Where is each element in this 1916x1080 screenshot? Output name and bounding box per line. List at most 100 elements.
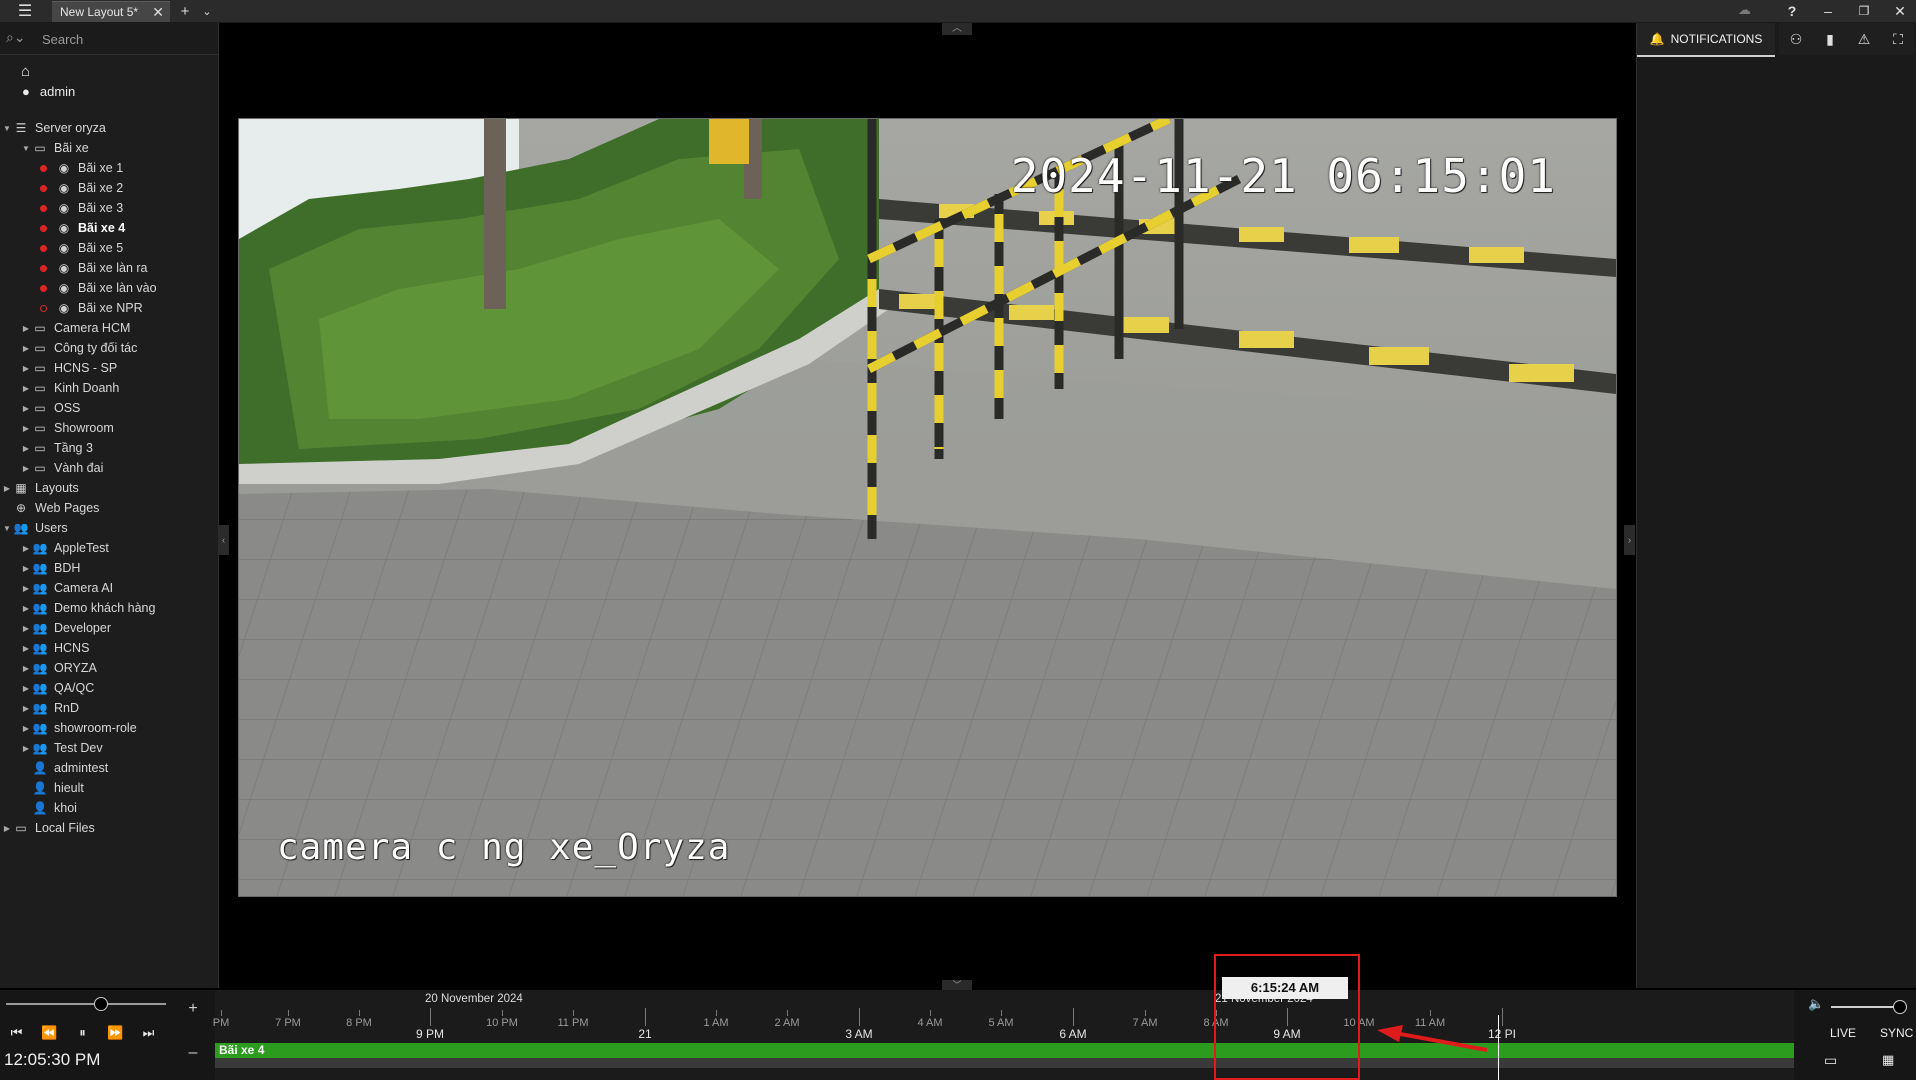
tree-item[interactable]: ▶ 👥 QA/QC (0, 678, 218, 698)
expand-right-icon[interactable]: ▶ (21, 604, 31, 613)
tree-item[interactable]: ▶ ▦ Layouts (0, 478, 218, 498)
speed-slider-knob[interactable] (94, 997, 108, 1011)
tree-item[interactable]: ▶ ▭ Vành đai (0, 458, 218, 478)
tab-notifications[interactable]: 🔔 NOTIFICATIONS (1637, 23, 1775, 57)
expand-right-icon[interactable]: ▶ (21, 464, 31, 473)
motion-icon[interactable]: ⚇ (1779, 23, 1813, 55)
tree-item[interactable]: ◉ Bãi xe 1 (0, 158, 218, 178)
tree-item[interactable]: ▶ ▭ Kinh Doanh (0, 378, 218, 398)
current-user[interactable]: ● admin (22, 84, 75, 99)
skip-start-icon[interactable]: ⏮ (0, 1023, 33, 1043)
expand-right-icon[interactable]: ▶ (21, 704, 31, 713)
sync-button[interactable]: SYNC (1880, 1026, 1913, 1040)
expand-right-icon[interactable]: ▶ (2, 484, 12, 493)
search-input[interactable] (40, 28, 214, 50)
search-icon[interactable]: ⌕⌄ (6, 29, 26, 46)
speed-slider[interactable] (6, 997, 166, 1011)
tree-item[interactable]: ▶ ▭ Công ty đối tác (0, 338, 218, 358)
home-icon[interactable]: ⌂ (21, 63, 30, 80)
tree-item[interactable]: ▶ 👥 Demo khách hàng (0, 598, 218, 618)
tree-item[interactable]: ◉ Bãi xe 4 (0, 218, 218, 238)
expand-right-icon[interactable]: ▶ (21, 624, 31, 633)
camera-video-frame[interactable]: 2024-11-21 06:15:01 camera c ng xe_Oryza (238, 118, 1617, 897)
collapse-bottom-icon[interactable]: ﹀ (942, 980, 972, 990)
fullscreen-icon[interactable]: ⛶ (1881, 23, 1915, 55)
close-icon[interactable]: ✕ (1882, 0, 1916, 22)
add-tab-plus-icon[interactable]: + (176, 1, 194, 21)
skip-end-icon[interactable]: ⏭ (132, 1023, 165, 1043)
tree-item[interactable]: ◉ Bãi xe 2 (0, 178, 218, 198)
tree-item[interactable]: ⊕ Web Pages (0, 498, 218, 518)
expand-right-icon[interactable]: ▶ (21, 584, 31, 593)
expand-right-icon[interactable]: ▶ (21, 744, 31, 753)
tree-item[interactable]: ▶ ▭ Tầng 3 (0, 438, 218, 458)
tree-item[interactable]: 👤 admintest (0, 758, 218, 778)
volume-icon[interactable]: 🔈 (1808, 996, 1824, 1012)
tree-item[interactable]: ▶ 👥 Developer (0, 618, 218, 638)
tab-layout[interactable]: New Layout 5* ✕ (52, 1, 170, 22)
tree-item[interactable]: ◉ Bãi xe NPR (0, 298, 218, 318)
tree-item[interactable]: ◉ Bãi xe làn vào (0, 278, 218, 298)
tree-item[interactable]: ▼ ☰ Server oryza (0, 118, 218, 138)
live-button[interactable]: LIVE (1830, 1026, 1856, 1040)
tree-item[interactable]: ▼ 👥 Users (0, 518, 218, 538)
expand-right-icon[interactable]: ▶ (21, 324, 31, 333)
tree-item[interactable]: ▼ ▭ Bãi xe (0, 138, 218, 158)
volume-knob[interactable] (1893, 1000, 1907, 1014)
help-button[interactable]: ? (1774, 0, 1810, 22)
tree-item[interactable]: ▶ ▭ HCNS - SP (0, 358, 218, 378)
expand-right-icon[interactable]: ▶ (21, 644, 31, 653)
tree-item[interactable]: ▶ 👥 BDH (0, 558, 218, 578)
tree-item[interactable]: ▶ 👥 ORYZA (0, 658, 218, 678)
collapse-left-icon[interactable]: ‹ (218, 525, 229, 555)
tree-item[interactable]: ◉ Bãi xe 5 (0, 238, 218, 258)
rewind-icon[interactable]: ⏪ (33, 1023, 66, 1043)
expand-right-icon[interactable]: ▶ (2, 824, 12, 833)
expand-right-icon[interactable]: ▶ (21, 344, 31, 353)
expand-right-icon[interactable]: ▶ (21, 684, 31, 693)
restore-icon[interactable]: ❐ (1846, 0, 1882, 22)
collapse-top-icon[interactable]: ︿ (942, 23, 972, 35)
tree-item[interactable]: 👤 hieult (0, 778, 218, 798)
zoom-out-icon[interactable]: – (186, 1044, 200, 1062)
cloud-icon[interactable]: ☁ (1738, 2, 1751, 18)
expand-right-icon[interactable]: ▶ (21, 444, 31, 453)
tree-item[interactable]: ▶ ▭ OSS (0, 398, 218, 418)
expand-right-icon[interactable]: ▶ (21, 364, 31, 373)
tab-list-chevron-down-icon[interactable]: ⌄ (198, 1, 216, 21)
timeline[interactable]: 20 November 2024 21 November 2024 PM 7 PM… (213, 990, 1794, 1080)
warning-icon[interactable]: ⚠ (1847, 23, 1881, 55)
tree-item[interactable]: ◉ Bãi xe làn ra (0, 258, 218, 278)
volume-slider[interactable] (1831, 1000, 1907, 1014)
timeline-scrollbar[interactable] (215, 1058, 1794, 1068)
calendar-icon[interactable]: ▦ (1882, 1052, 1894, 1068)
tree-item[interactable]: ▶ 👥 HCNS (0, 638, 218, 658)
tree-item[interactable]: 👤 khoi (0, 798, 218, 818)
expand-right-icon[interactable]: ▶ (21, 724, 31, 733)
tree-item[interactable]: ▶ ▭ Showroom (0, 418, 218, 438)
timeline-track[interactable]: Bãi xe 4 (215, 1043, 1794, 1058)
tree-item[interactable]: ▶ 👥 Test Dev (0, 738, 218, 758)
timeline-mode-icon[interactable]: ▭ (1824, 1052, 1837, 1069)
tree-item[interactable]: ▶ ▭ Camera HCM (0, 318, 218, 338)
expand-right-icon[interactable]: ▶ (21, 544, 31, 553)
tree-item[interactable]: ▶ 👥 Camera AI (0, 578, 218, 598)
tree-item[interactable]: ◉ Bãi xe 3 (0, 198, 218, 218)
minimize-icon[interactable]: – (1810, 0, 1846, 22)
expand-down-icon[interactable]: ▼ (21, 144, 31, 153)
expand-right-icon[interactable]: ▶ (21, 404, 31, 413)
pause-icon[interactable]: ⏸ (66, 1023, 99, 1043)
expand-right-icon[interactable]: ▶ (21, 564, 31, 573)
expand-right-icon[interactable]: ▶ (21, 664, 31, 673)
zoom-in-icon[interactable]: + (186, 1000, 200, 1018)
tree-item[interactable]: ▶ 👥 AppleTest (0, 538, 218, 558)
fast-forward-icon[interactable]: ⏩ (99, 1023, 132, 1043)
expand-down-icon[interactable]: ▼ (2, 124, 12, 133)
expand-right-icon[interactable]: ▶ (21, 424, 31, 433)
tab-close-icon[interactable]: ✕ (152, 4, 164, 21)
bookmark-icon[interactable]: ▮ (1813, 23, 1847, 55)
expand-right-icon[interactable]: ▶ (21, 384, 31, 393)
hamburger-menu-icon[interactable]: ☰ (8, 2, 42, 20)
tree-item[interactable]: ▶ 👥 RnD (0, 698, 218, 718)
timeline-cursor[interactable] (1498, 1015, 1499, 1080)
